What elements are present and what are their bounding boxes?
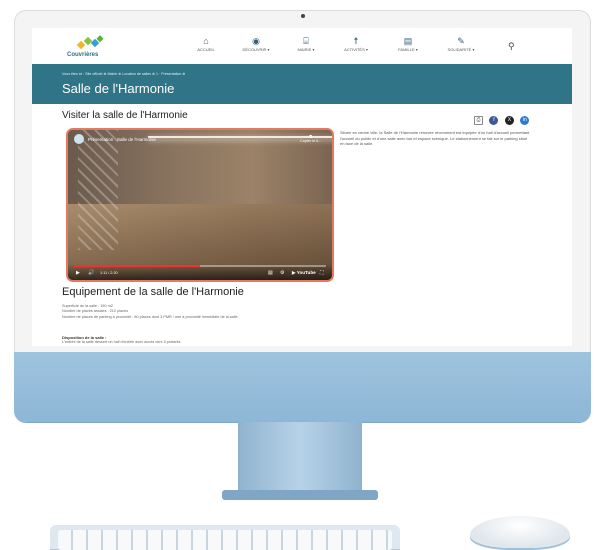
solidarity-icon: ✎	[457, 36, 465, 46]
mouse	[470, 516, 570, 548]
keyboard-keys	[58, 530, 392, 550]
nav-item-mairie[interactable]: ⌸ MAIRIE ▾	[282, 36, 330, 52]
nav-item-accueil[interactable]: ⌂ ACCUEIL	[182, 36, 230, 52]
equipment-specs: Superficie de la salle : 190 m2 Nombre d…	[62, 304, 239, 320]
search-icon[interactable]: ⚲	[508, 41, 515, 52]
channel-avatar[interactable]	[74, 134, 84, 144]
nav-label: MAIRIE ▾	[297, 47, 315, 52]
section-title: Visiter la salle de l'Harmonie	[62, 110, 188, 121]
video-frame-truss	[78, 130, 118, 250]
page-title: Salle de l'Harmonie	[62, 81, 175, 96]
video-time: 1:11 / 2:20	[100, 271, 118, 275]
fullscreen-icon[interactable]: ⛶	[320, 270, 324, 276]
video-progress-fill	[74, 265, 200, 267]
gear-icon[interactable]: ⚙	[280, 270, 284, 276]
spec-line: Nombre de places de parking à proximité …	[62, 314, 239, 319]
nav-item-activites[interactable]: ☨ ACTIVITÉS ▾	[332, 36, 380, 52]
copy-link-label: Copier le li...	[300, 139, 322, 143]
town-hall-icon: ⌸	[303, 36, 309, 46]
youtube-logo[interactable]: ▶ YouTube	[292, 270, 316, 276]
layout-text: L'entrée de la salle dessert un hall d'e…	[62, 340, 181, 344]
top-navigation: Couvrières ⌂ ACCUEIL ◉ DÉCOUVRIR ▾ ⌸ MAI…	[32, 28, 572, 65]
copy-link-button[interactable]: ⧉ Copier le li...	[300, 135, 321, 143]
home-icon: ⌂	[203, 36, 209, 46]
venue-description: Située en centre ville, la Salle de l'Ha…	[340, 130, 530, 147]
family-icon: ▤	[403, 36, 413, 46]
play-icon[interactable]: ▶	[76, 270, 80, 276]
browser-screen: Couvrières ⌂ ACCUEIL ◉ DÉCOUVRIR ▾ ⌸ MAI…	[32, 28, 572, 346]
equipment-title: Equipement de la salle de l'Harmonie	[62, 286, 244, 298]
activity-icon: ☨	[353, 36, 359, 46]
nav-item-solidarite[interactable]: ✎ SOLIDARITÉ ▾	[437, 36, 485, 52]
x-icon[interactable]: X	[504, 116, 514, 126]
share-buttons: ⎙ f X in	[472, 112, 530, 126]
subtitles-icon[interactable]: ▤	[268, 270, 273, 276]
nav-label: SOLIDARITÉ ▾	[447, 47, 475, 52]
video-player[interactable]: Présentation : Salle de l'Harmonie ⧉ Copi…	[66, 128, 334, 282]
print-icon[interactable]: ⎙	[474, 116, 483, 126]
main-content: Visiter la salle de l'Harmonie ⎙ f X in …	[32, 104, 572, 346]
video-progress-bar[interactable]	[74, 265, 326, 267]
monitor-chin	[14, 352, 591, 422]
nav-item-decouvrir[interactable]: ◉ DÉCOUVRIR ▾	[232, 36, 280, 52]
nav-label: ACCUEIL	[197, 47, 215, 52]
linkedin-icon[interactable]: in	[520, 116, 530, 126]
nav-label: DÉCOUVRIR ▾	[242, 47, 270, 52]
nav-label: FAMILLE ▾	[398, 47, 418, 52]
breadcrumb[interactable]: Vous êtes ici : Site officiel ⊕ Mairie ⊕…	[62, 72, 185, 76]
nav-label: ACTIVITÉS ▾	[344, 47, 368, 52]
video-title[interactable]: Présentation : Salle de l'Harmonie	[88, 137, 156, 142]
camera-icon	[301, 14, 305, 18]
eye-icon: ◉	[252, 36, 260, 46]
facebook-icon[interactable]: f	[489, 116, 499, 126]
logo-text: Couvrières	[67, 52, 99, 58]
monitor-stand-base	[222, 490, 378, 500]
nav-item-famille[interactable]: ▤ FAMILLE ▾	[384, 36, 432, 52]
page-banner: Vous êtes ici : Site officiel ⊕ Mairie ⊕…	[32, 64, 572, 104]
keyboard	[50, 525, 400, 550]
monitor-stand	[238, 422, 362, 496]
volume-icon[interactable]: 🔊	[88, 270, 94, 276]
